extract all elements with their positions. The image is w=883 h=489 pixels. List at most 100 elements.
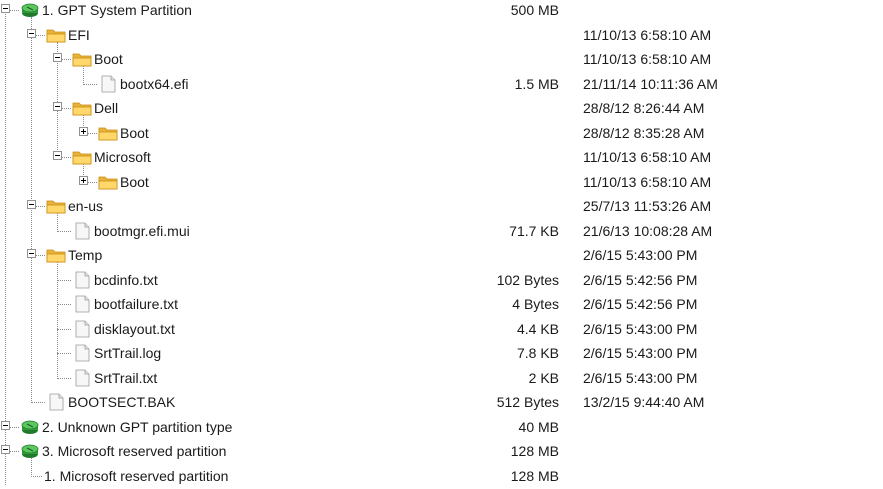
file-icon: [72, 271, 92, 289]
item-name-2-unknown-gpt-partition-type[interactable]: 2. Unknown GPT partition type: [42, 419, 232, 436]
partition-disk-icon: [20, 1, 40, 19]
item-modified-date: 2/6/15 5:43:00 PM: [583, 369, 698, 386]
item-modified-date: 2/6/15 5:43:00 PM: [583, 345, 698, 361]
item-modified-date: 11/10/13 6:58:10 AM: [583, 149, 712, 165]
item-size: 4.4 KB: [516, 320, 559, 337]
collapse-minus-icon[interactable]: [53, 102, 62, 111]
tree-file-row[interactable]: bootfailure.txt 4 Bytes 2/6/15 5:42:56 PM: [0, 293, 883, 317]
item-name-dell[interactable]: Dell: [94, 100, 118, 117]
collapse-minus-icon[interactable]: [27, 249, 36, 258]
tree-file-row[interactable]: BOOTSECT.BAK 512 Bytes 13/2/15 9:44:40 AM: [0, 391, 883, 415]
folder-icon: [72, 50, 92, 68]
tree-partition-row[interactable]: 2. Unknown GPT partition type 40 MB: [0, 416, 883, 440]
tree-folder-row[interactable]: Microsoft 11/10/13 6:58:10 AM: [0, 146, 883, 170]
collapse-minus-icon[interactable]: [1, 420, 10, 430]
folder-icon: [46, 197, 66, 215]
item-name-bcdinfo-txt[interactable]: bcdinfo.txt: [94, 272, 158, 289]
file-icon: [98, 75, 118, 93]
file-icon: [72, 369, 92, 387]
item-name-srttrail-txt[interactable]: SrtTrail.txt: [94, 370, 157, 387]
item-name-en-us[interactable]: en-us: [68, 198, 103, 215]
collapse-minus-icon[interactable]: [53, 151, 62, 160]
item-size: 7.8 KB: [516, 345, 559, 361]
tree-folder-row[interactable]: EFI 11/10/13 6:58:10 AM: [0, 24, 883, 48]
collapse-minus-icon[interactable]: [1, 445, 10, 454]
item-size: 2 KB: [528, 369, 559, 386]
tree-folder-row[interactable]: Temp 2/6/15 5:43:00 PM: [0, 244, 883, 268]
item-modified-date: 21/11/14 10:11:36 AM: [583, 75, 718, 92]
tree-folder-row[interactable]: Dell 28/8/12 8:26:44 AM: [0, 97, 883, 121]
item-name-bootfailure-txt[interactable]: bootfailure.txt: [94, 296, 178, 313]
folder-icon: [72, 148, 92, 166]
item-name-boot[interactable]: Boot: [120, 174, 149, 191]
tree-connector: [31, 475, 42, 477]
item-name-1-microsoft-reserved-partition[interactable]: 1. Microsoft reserved partition: [44, 468, 228, 485]
item-size: 128 MB: [510, 467, 559, 484]
item-size: 1.5 MB: [514, 75, 559, 92]
folder-icon: [98, 124, 118, 142]
item-size: 500 MB: [510, 2, 559, 18]
item-size: 102 Bytes: [496, 271, 559, 288]
collapse-minus-icon[interactable]: [27, 28, 36, 38]
collapse-minus-icon[interactable]: [1, 4, 10, 13]
item-name-bootsect-bak[interactable]: BOOTSECT.BAK: [68, 394, 175, 411]
item-name-3-microsoft-reserved-partition[interactable]: 3. Microsoft reserved partition: [42, 443, 226, 460]
tree-connector: [57, 377, 71, 379]
tree-connector: [57, 353, 71, 354]
tree-folder-row[interactable]: en-us 25/7/13 11:53:26 AM: [0, 195, 883, 219]
item-name-temp[interactable]: Temp: [68, 247, 102, 264]
tree-file-row[interactable]: SrtTrail.log 7.8 KB 2/6/15 5:43:00 PM: [0, 342, 883, 366]
item-name-bootmgr-efi-mui[interactable]: bootmgr.efi.mui: [94, 223, 190, 240]
tree-connector: [57, 279, 71, 281]
folder-icon: [98, 173, 118, 191]
item-modified-date: 2/6/15 5:43:00 PM: [583, 320, 698, 337]
tree-connector: [57, 328, 71, 330]
item-modified-date: 2/6/15 5:42:56 PM: [583, 271, 698, 288]
item-name-disklayout-txt[interactable]: disklayout.txt: [94, 321, 175, 338]
item-modified-date: 28/8/12 8:26:44 AM: [583, 100, 705, 116]
expand-plus-icon[interactable]: [79, 175, 88, 185]
item-name-microsoft[interactable]: Microsoft: [94, 149, 151, 166]
item-size: 128 MB: [510, 443, 559, 459]
item-modified-date: 21/6/13 10:08:28 AM: [583, 222, 713, 239]
tree-connector: [83, 83, 97, 85]
item-name-1-gpt-system-partition[interactable]: 1. GPT System Partition: [42, 2, 192, 19]
item-modified-date: 13/2/15 9:44:40 AM: [583, 394, 705, 410]
tree-file-row[interactable]: bcdinfo.txt 102 Bytes 2/6/15 5:42:56 PM: [0, 269, 883, 293]
file-icon: [72, 295, 92, 313]
item-modified-date: 11/10/13 6:58:10 AM: [583, 51, 712, 67]
item-name-boot[interactable]: Boot: [120, 125, 149, 142]
item-size: 71.7 KB: [509, 222, 559, 239]
file-icon: [72, 344, 92, 362]
tree-folder-row[interactable]: Boot 28/8/12 8:35:28 AM: [0, 122, 883, 146]
item-name-srttrail-log[interactable]: SrtTrail.log: [94, 345, 161, 362]
folder-icon: [46, 246, 66, 264]
tree-file-row[interactable]: bootmgr.efi.mui 71.7 KB 21/6/13 10:08:28 A…: [0, 220, 883, 244]
tree-file-row[interactable]: SrtTrail.txt 2 KB 2/6/15 5:43:00 PM: [0, 367, 883, 391]
tree-partition-row[interactable]: 3. Microsoft reserved partition 128 MB: [0, 440, 883, 464]
folder-icon: [46, 26, 66, 44]
item-modified-date: 2/6/15 5:42:56 PM: [583, 296, 698, 312]
expand-plus-icon[interactable]: [79, 126, 88, 136]
partition-disk-icon: [20, 418, 40, 436]
item-size: 4 Bytes: [512, 296, 559, 312]
item-name-bootx64-efi[interactable]: bootx64.efi: [120, 76, 189, 93]
folder-icon: [72, 99, 92, 117]
tree-partition-row[interactable]: 1. GPT System Partition 500 MB: [0, 0, 883, 23]
tree-file-row[interactable]: disklayout.txt 4.4 KB 2/6/15 5:43:00 PM: [0, 318, 883, 342]
item-size: 40 MB: [518, 418, 559, 435]
file-icon: [46, 393, 66, 411]
tree-connector: [57, 304, 71, 305]
file-icon: [72, 320, 92, 338]
tree-file-row[interactable]: bootx64.efi 1.5 MB 21/11/14 10:11:36 AM: [0, 73, 883, 97]
tree-folder-row[interactable]: Boot 11/10/13 6:58:10 AM: [0, 171, 883, 195]
item-name-efi[interactable]: EFI: [68, 27, 90, 44]
item-name-boot[interactable]: Boot: [94, 51, 123, 68]
collapse-minus-icon[interactable]: [27, 200, 36, 209]
item-modified-date: 2/6/15 5:43:00 PM: [583, 247, 698, 263]
item-size: 512 Bytes: [496, 394, 559, 410]
tree-connector: [31, 402, 45, 403]
item-modified-date: 11/10/13 6:58:10 AM: [583, 173, 712, 190]
tree-folder-row[interactable]: Boot 11/10/13 6:58:10 AM: [0, 48, 883, 72]
collapse-minus-icon[interactable]: [53, 53, 62, 62]
